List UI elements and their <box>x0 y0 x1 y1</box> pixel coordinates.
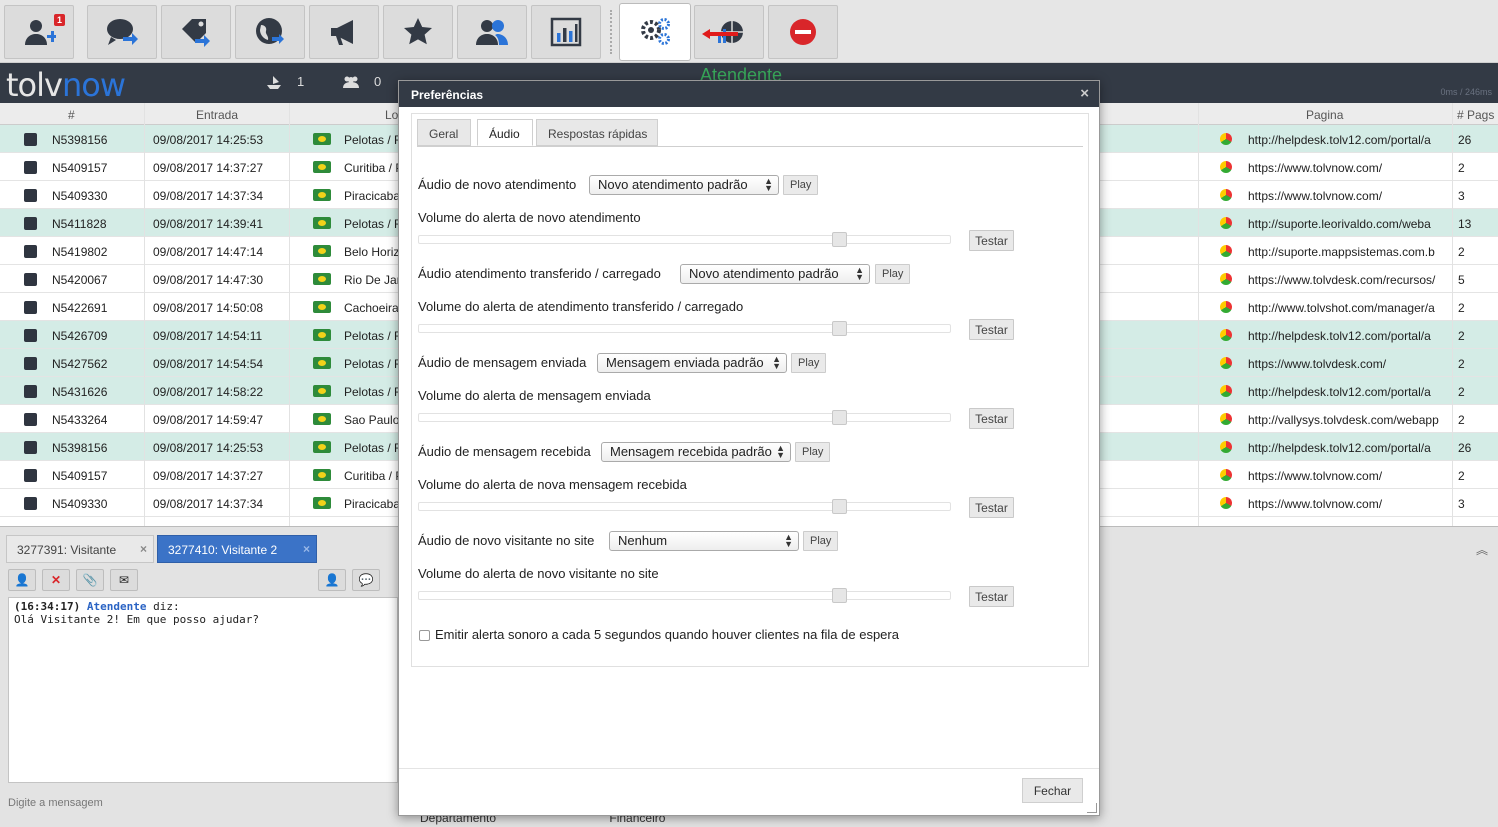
select-value: Novo atendimento padrão <box>689 266 839 281</box>
slider-handle[interactable] <box>832 410 847 425</box>
audio-new-chat-select[interactable]: Novo atendimento padrão ▲ ▼ <box>589 175 779 195</box>
volume-visitor-label: Volume do alerta de novo visitante no si… <box>418 566 659 581</box>
volume-received-slider[interactable] <box>418 499 951 514</box>
select-value: Mensagem recebida padrão <box>610 444 772 459</box>
test-button[interactable]: Testar <box>969 230 1014 251</box>
tab-geral[interactable]: Geral <box>417 119 471 146</box>
preferences-dialog: Preferências × Geral Áudio Respostas ráp… <box>398 80 1100 816</box>
slider-handle[interactable] <box>832 588 847 603</box>
audio-received-label: Áudio de mensagem recebida <box>418 444 591 459</box>
volume-new-chat-label: Volume do alerta de novo atendimento <box>418 210 641 225</box>
volume-visitor-slider[interactable] <box>418 588 951 603</box>
test-button[interactable]: Testar <box>969 586 1014 607</box>
audio-new-chat-label: Áudio de novo atendimento <box>418 177 577 192</box>
select-arrows-icon: ▲ ▼ <box>776 443 785 460</box>
queue-alert-checkbox[interactable] <box>419 630 430 641</box>
select-value: Novo atendimento padrão <box>598 177 748 192</box>
dialog-footer-divider <box>399 768 1099 769</box>
test-button[interactable]: Testar <box>969 319 1014 340</box>
close-dialog-button[interactable]: Fechar <box>1022 778 1083 803</box>
test-button[interactable]: Testar <box>969 408 1014 429</box>
select-arrows-icon: ▲ ▼ <box>855 265 864 282</box>
audio-received-select[interactable]: Mensagem recebida padrão ▲ ▼ <box>601 442 791 462</box>
select-value: Mensagem enviada padrão <box>606 355 764 370</box>
play-button[interactable]: Play <box>791 353 827 373</box>
audio-transfer-label: Áudio atendimento transferido / carregad… <box>418 266 661 281</box>
play-button[interactable]: Play <box>875 264 911 284</box>
tab-respostas-rapidas[interactable]: Respostas rápidas <box>536 119 658 146</box>
audio-sent-label: Áudio de mensagem enviada <box>418 355 587 370</box>
close-icon[interactable]: × <box>1080 85 1089 102</box>
select-arrows-icon: ▲ ▼ <box>764 176 773 193</box>
select-arrows-icon: ▲ ▼ <box>784 532 793 549</box>
play-button[interactable]: Play <box>803 531 839 551</box>
volume-received-label: Volume do alerta de nova mensagem recebi… <box>418 477 687 492</box>
select-value: Nenhum <box>618 533 668 548</box>
audio-visitor-label: Áudio de novo visitante no site <box>418 533 595 548</box>
dialog-body: Geral Áudio Respostas rápidas Áudio de n… <box>411 113 1089 667</box>
audio-visitor-select[interactable]: Nenhum ▲ ▼ <box>609 531 799 551</box>
slider-handle[interactable] <box>832 321 847 336</box>
queue-alert-label: Emitir alerta sonoro a cada 5 segundos q… <box>435 627 899 642</box>
dialog-titlebar: Preferências × <box>399 81 1099 107</box>
volume-transfer-slider[interactable] <box>418 321 951 336</box>
slider-handle[interactable] <box>832 499 847 514</box>
dialog-title: Preferências <box>411 88 484 102</box>
tab-audio[interactable]: Áudio <box>477 119 533 146</box>
volume-transfer-label: Volume do alerta de atendimento transfer… <box>418 299 744 314</box>
test-button[interactable]: Testar <box>969 497 1014 518</box>
audio-transfer-select[interactable]: Novo atendimento padrão ▲ ▼ <box>680 264 870 284</box>
slider-handle[interactable] <box>832 232 847 247</box>
volume-sent-label: Volume do alerta de mensagem enviada <box>418 388 651 403</box>
audio-sent-select[interactable]: Mensagem enviada padrão ▲ ▼ <box>597 353 787 373</box>
volume-new-chat-slider[interactable] <box>418 232 951 247</box>
play-button[interactable]: Play <box>795 442 831 462</box>
select-arrows-icon: ▲ ▼ <box>772 354 781 371</box>
volume-sent-slider[interactable] <box>418 410 951 425</box>
resize-handle-icon[interactable] <box>1087 803 1097 813</box>
play-button[interactable]: Play <box>783 175 819 195</box>
